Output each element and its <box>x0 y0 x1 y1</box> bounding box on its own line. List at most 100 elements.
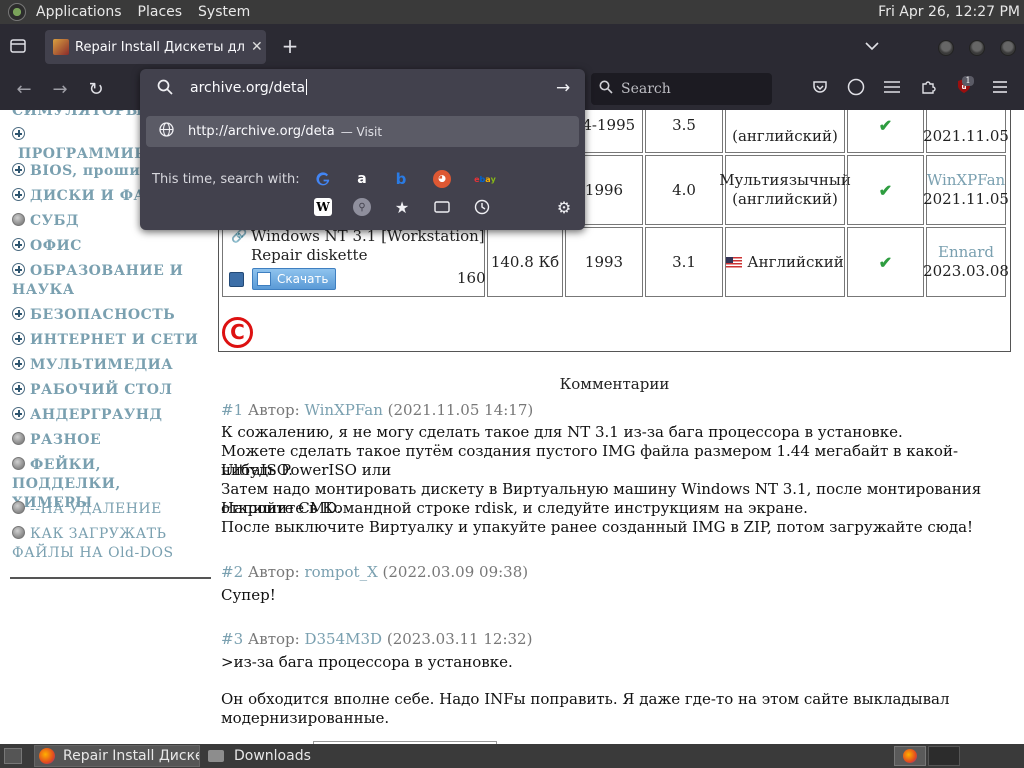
bullet-icon <box>12 432 25 445</box>
sidebar-item-deletion[interactable]: --НА УДАЛЕНИЕ <box>12 500 212 519</box>
taskbar-item-downloads[interactable]: Downloads <box>204 745 370 767</box>
firefox-icon <box>903 749 917 763</box>
author-link[interactable]: WinXPFan <box>927 171 1005 190</box>
bookmarks-icon[interactable]: ★ <box>393 198 411 217</box>
comment-author-link[interactable]: WinXPFan <box>304 401 382 419</box>
settings-icon[interactable]: ⚙ <box>555 198 573 217</box>
comment-text: Напишите в Командной строке rdisk, и сле… <box>221 499 808 517</box>
search-input[interactable]: Search <box>591 73 772 105</box>
top-panel: Applications Places System Fri Apr 26, 1… <box>0 0 1024 24</box>
system-menu[interactable]: System <box>190 0 258 24</box>
expand-icon[interactable] <box>12 382 25 395</box>
sidebar-item-desktop[interactable]: РАБОЧИЙ СТОЛ <box>12 381 212 400</box>
places-menu[interactable]: Places <box>130 0 191 24</box>
search-placeholder: Search <box>621 81 671 97</box>
hamburger-menu-icon[interactable] <box>989 78 1011 100</box>
table-cell-version: 4.0 <box>645 155 723 225</box>
expand-icon[interactable] <box>12 307 25 320</box>
expand-icon[interactable] <box>12 332 25 345</box>
history-icon[interactable] <box>473 198 491 216</box>
suggestion-action: — Visit <box>340 124 383 139</box>
firefox-view-icon[interactable] <box>8 36 28 56</box>
bullet-icon <box>12 501 25 514</box>
comment-author-link[interactable]: D354M3D <box>304 630 382 648</box>
sidebar-item-security[interactable]: БЕЗОПАСНОСТЬ <box>12 306 212 325</box>
expand-icon[interactable] <box>12 163 25 176</box>
expand-icon[interactable] <box>12 263 25 276</box>
table-cell-size: 140.8 Кб <box>487 227 563 297</box>
sidebar-item-education[interactable]: ОБРАЗОВАНИЕ И НАУКА <box>12 262 212 300</box>
workspace-2[interactable] <box>928 746 960 766</box>
comment-anchor-link[interactable]: #3 <box>221 630 243 648</box>
expand-icon[interactable] <box>12 188 25 201</box>
applications-menu[interactable]: Applications <box>28 0 130 24</box>
copyright-icon: C <box>222 317 253 348</box>
link-icon[interactable]: 🔗 <box>231 229 247 244</box>
sidebar-item-misc[interactable]: РАЗНОЕ <box>12 431 212 450</box>
comment-anchor-link[interactable]: #1 <box>221 401 243 419</box>
history-search-icon[interactable]: ⚲ <box>353 198 371 216</box>
taskbar-item-firefox[interactable]: Repair Install Дискеты... <box>34 745 200 767</box>
firefox-icon <box>39 748 55 764</box>
show-desktop-icon[interactable] <box>4 748 22 764</box>
tab-title: Repair Install Дискеты для W <box>75 39 245 55</box>
chevron-down-icon[interactable] <box>862 36 882 56</box>
ebay-icon[interactable]: ebay <box>473 170 497 188</box>
forward-arrow-icon[interactable]: → <box>49 79 71 101</box>
back-arrow-icon[interactable]: ← <box>13 79 35 101</box>
search-icon <box>599 80 613 98</box>
clock[interactable]: Fri Apr 26, 12:27 PM <box>878 4 1024 20</box>
pocket-icon[interactable] <box>809 78 831 100</box>
go-arrow-icon[interactable]: → <box>556 78 570 98</box>
minimize-button[interactable] <box>938 40 954 56</box>
reload-icon[interactable]: ↻ <box>85 79 107 101</box>
table-cell-verified: ✔ <box>847 227 924 297</box>
workspace-switcher[interactable] <box>894 746 926 766</box>
url-input[interactable]: archive.org/deta <box>190 79 308 96</box>
sidebar-item-underground[interactable]: АНДЕРГРАУНД <box>12 406 212 425</box>
tab-active[interactable]: Repair Install Дискеты для W ✕ <box>45 30 266 64</box>
expand-icon[interactable] <box>12 127 25 140</box>
sidebar-item-internet[interactable]: ИНТЕРНЕТ И СЕТИ <box>12 331 212 350</box>
account-icon[interactable] <box>845 78 867 100</box>
bing-icon[interactable]: b <box>392 170 410 188</box>
bullet-icon <box>12 213 25 226</box>
comment-author-link[interactable]: rompot_X <box>304 563 377 581</box>
sidebar-item-upload-howto[interactable]: КАК ЗАГРУЖАТЬ ФАЙЛЫ НА Old-DOS <box>12 525 212 563</box>
folder-icon <box>208 750 224 762</box>
close-window-button[interactable] <box>1000 40 1016 56</box>
site-favicon-icon <box>53 39 69 55</box>
expand-icon[interactable] <box>12 357 25 370</box>
comment-header: #1 Автор: WinXPFan (2021.11.05 14:17) <box>221 401 534 419</box>
expand-icon[interactable] <box>12 238 25 251</box>
url-suggestion-item[interactable]: http://archive.org/deta — Visit <box>146 116 579 147</box>
amazon-icon[interactable]: a <box>353 170 371 188</box>
table-cell-author-date: Ennard 2023.03.08 <box>923 227 1009 297</box>
suggestion-url: http://archive.org/deta <box>188 124 335 139</box>
us-flag-icon <box>726 256 743 268</box>
duckduckgo-icon[interactable]: ◕ <box>433 170 451 188</box>
sidebar-item-multimedia[interactable]: МУЛЬТИМЕДИА <box>12 356 212 375</box>
google-icon[interactable] <box>314 170 332 188</box>
table-cell-verified: ✔ <box>847 110 924 153</box>
applications-logo-icon[interactable] <box>8 3 26 21</box>
comment-anchor-link[interactable]: #2 <box>221 563 243 581</box>
sidebar-item-office[interactable]: ОФИС <box>12 237 212 256</box>
expand-icon[interactable] <box>12 407 25 420</box>
new-tab-icon[interactable]: + <box>280 34 300 58</box>
comment-header: #2 Автор: rompot_X (2022.03.09 09:38) <box>221 563 529 581</box>
url-bar[interactable]: archive.org/deta → <box>140 69 585 109</box>
maximize-button[interactable] <box>969 40 985 56</box>
tabs-icon[interactable] <box>433 198 451 216</box>
comment-text: После выключите Виртуалку и упакуйте ран… <box>221 518 974 536</box>
download-button[interactable]: Скачать <box>252 268 336 290</box>
downloads-icon[interactable] <box>881 78 903 100</box>
wikipedia-icon[interactable]: W <box>314 198 332 216</box>
save-icon[interactable] <box>229 272 244 287</box>
bullet-icon <box>12 457 25 470</box>
close-tab-icon[interactable]: ✕ <box>251 39 263 55</box>
table-cell-author-date: 2021.11.05 <box>923 110 1009 153</box>
author-link[interactable]: Ennard <box>938 243 994 262</box>
comment-text: >из-за бага процессора в установке. <box>221 653 513 671</box>
extensions-icon[interactable] <box>917 78 939 100</box>
